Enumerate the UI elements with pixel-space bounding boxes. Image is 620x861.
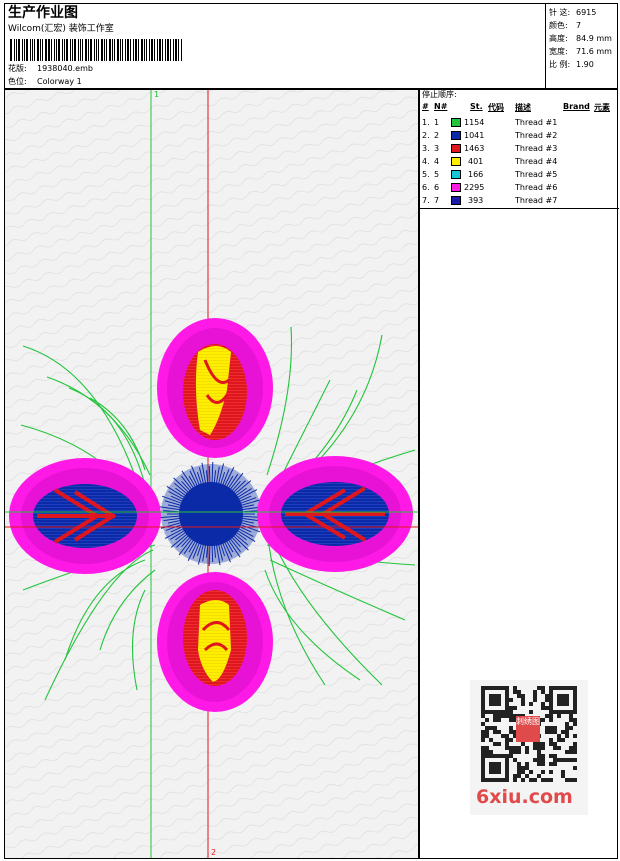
color-swatch xyxy=(451,196,461,205)
petal-top xyxy=(157,318,273,458)
thread-row: 3. 3 1463 Thread #3 xyxy=(420,142,619,155)
thread-row: 1. 1 1154 Thread #1 xyxy=(420,116,619,129)
stop-sequence-title: 停止顺序: xyxy=(422,90,457,99)
barcode xyxy=(10,39,183,61)
watermark-text: 6xiu.com xyxy=(476,786,573,808)
row-seq: 2. xyxy=(422,131,430,140)
watermark: 刺绣图 6xiu.com xyxy=(470,680,588,815)
row-stitches: 166 xyxy=(468,170,484,179)
row-description: Thread #6 xyxy=(515,183,558,192)
row-needle: 5 xyxy=(434,170,440,179)
col-code: 代码 xyxy=(488,103,504,112)
thread-row: 5. 5 166 Thread #5 xyxy=(420,168,619,181)
stat-colors-value: 7 xyxy=(576,21,582,30)
color-swatch xyxy=(451,157,461,166)
color-swatch xyxy=(451,183,461,192)
row-needle: 2 xyxy=(434,131,440,140)
stat-colors-label: 颜色: xyxy=(549,21,568,30)
colorway-name: Colorway 1 xyxy=(37,77,82,86)
row-needle: 7 xyxy=(434,196,440,205)
row-seq: 5. xyxy=(422,170,430,179)
design-file: 1938040.emb xyxy=(37,64,93,73)
row-needle: 3 xyxy=(434,144,440,153)
color-swatch xyxy=(451,131,461,140)
row-description: Thread #5 xyxy=(515,170,558,179)
row-needle: 4 xyxy=(434,157,440,166)
col-description: 描述 xyxy=(515,103,531,112)
row-seq: 3. xyxy=(422,144,430,153)
stat-height-label: 高度: xyxy=(549,34,568,43)
stats-panel: 针 这: 6915 颜色: 7 高度: 84.9 mm 宽度: 71.6 mm … xyxy=(545,3,618,89)
company-name: Wilcom(汇宏) 装饰工作室 xyxy=(8,24,114,34)
row-seq: 7. xyxy=(422,196,430,205)
guide-label-top: 1 xyxy=(154,90,160,99)
stat-scale-value: 1.90 xyxy=(576,60,594,69)
color-swatch xyxy=(451,118,461,127)
thread-row: 7. 7 393 Thread #7 xyxy=(420,194,619,207)
row-description: Thread #2 xyxy=(515,131,558,140)
design-label: 花版: xyxy=(8,64,27,73)
row-seq: 1. xyxy=(422,118,430,127)
thread-row: 2. 2 1041 Thread #2 xyxy=(420,129,619,142)
stat-stitches-label: 针 这: xyxy=(549,8,571,17)
stop-sequence-panel: 停止顺序: # N# St. 代码 描述 Brand 元素 1. 1 1154 … xyxy=(420,90,619,209)
design-canvas: 1 2 xyxy=(4,89,419,859)
embroidery-preview xyxy=(5,90,418,858)
stat-height-value: 84.9 mm xyxy=(576,34,612,43)
side-panel: 停止顺序: # N# St. 代码 描述 Brand 元素 1. 1 1154 … xyxy=(419,89,619,859)
row-stitches: 1041 xyxy=(464,131,485,140)
row-stitches: 1463 xyxy=(464,144,485,153)
row-seq: 6. xyxy=(422,183,430,192)
row-stitches: 401 xyxy=(468,157,484,166)
page-title: 生产作业图 xyxy=(8,5,78,21)
thread-row: 6. 6 2295 Thread #6 xyxy=(420,181,619,194)
thread-row: 4. 4 401 Thread #4 xyxy=(420,155,619,168)
col-stitches: St. xyxy=(470,102,483,111)
stat-scale-label: 比 例: xyxy=(549,60,571,69)
petal-left xyxy=(9,458,161,574)
petal-bottom xyxy=(157,572,273,712)
row-needle: 6 xyxy=(434,183,440,192)
seal-stamp: 刺绣图 xyxy=(516,716,540,742)
color-swatch xyxy=(451,144,461,153)
row-stitches: 1154 xyxy=(464,118,485,127)
col-seq: # xyxy=(422,102,429,111)
row-stitches: 393 xyxy=(468,196,484,205)
guide-label-bottom: 2 xyxy=(211,848,217,857)
color-swatch xyxy=(451,170,461,179)
row-needle: 1 xyxy=(434,118,440,127)
row-description: Thread #3 xyxy=(515,144,558,153)
colorway-label: 色位: xyxy=(8,77,27,86)
stat-stitches-value: 6915 xyxy=(576,8,597,17)
petal-right xyxy=(257,456,413,572)
row-seq: 4. xyxy=(422,157,430,166)
col-needle: N# xyxy=(434,102,448,111)
col-brand: Brand xyxy=(563,102,590,111)
row-stitches: 2295 xyxy=(464,183,485,192)
row-description: Thread #7 xyxy=(515,196,558,205)
stat-width-label: 宽度: xyxy=(549,47,568,56)
row-description: Thread #1 xyxy=(515,118,558,127)
header-panel: 生产作业图 Wilcom(汇宏) 装饰工作室 花版: 1938040.emb 色… xyxy=(4,3,618,89)
col-element: 元素 xyxy=(594,103,610,112)
stat-width-value: 71.6 mm xyxy=(576,47,612,56)
row-description: Thread #4 xyxy=(515,157,558,166)
